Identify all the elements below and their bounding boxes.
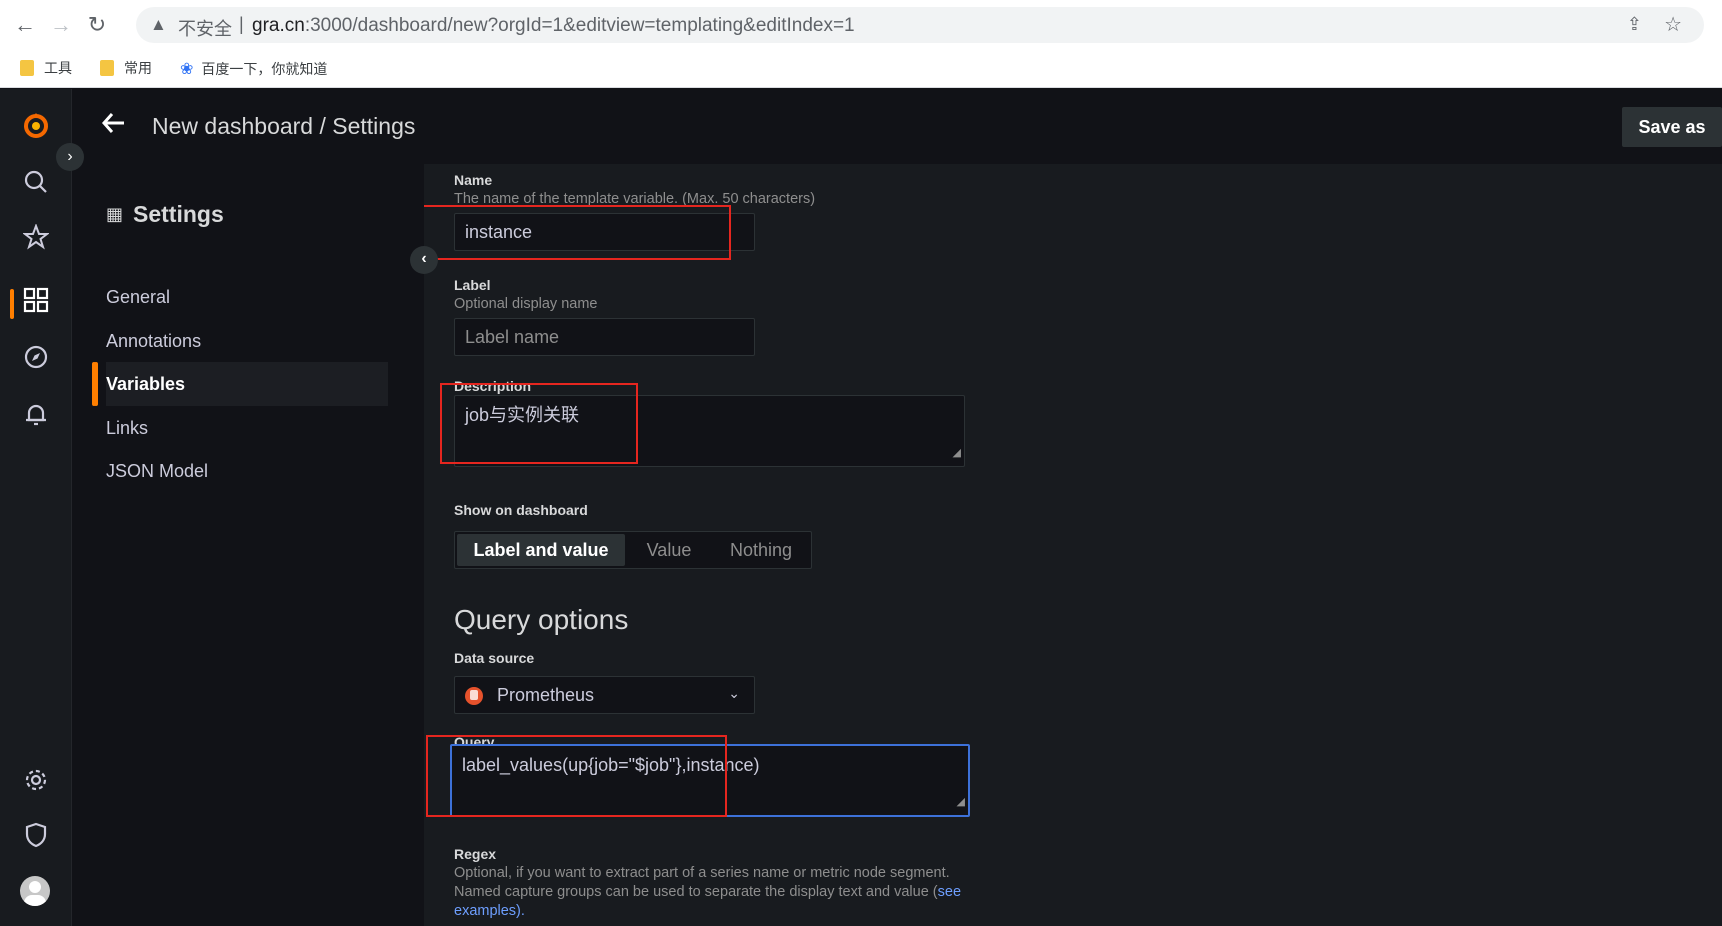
nav-json-model[interactable]: JSON Model — [106, 449, 388, 493]
query-options-heading: Query options — [454, 604, 629, 635]
highlight-box — [440, 383, 638, 464]
url-text: gra.cn:3000/dashboard/new?orgId=1&editvi… — [252, 15, 855, 37]
prometheus-icon — [465, 687, 483, 705]
url-path: :3000/dashboard/new?orgId=1&editview=tem… — [304, 15, 855, 36]
page-title: New dashboard / Settings — [152, 113, 416, 139]
collapse-chevron-icon[interactable]: ‹ — [410, 246, 438, 274]
settings-heading: ▦ Settings — [106, 201, 224, 227]
user-avatar[interactable] — [20, 876, 50, 906]
address-divider: | — [239, 14, 244, 34]
configuration-gear-icon[interactable] — [19, 767, 53, 801]
label-input[interactable]: Label name — [454, 318, 755, 356]
resize-grip-icon[interactable]: ◢ — [957, 791, 965, 813]
server-admin-shield-icon[interactable] — [19, 822, 53, 856]
expand-menu-chevron-icon[interactable]: › — [56, 143, 84, 171]
back-arrow-icon[interactable] — [100, 109, 128, 143]
active-indicator — [10, 289, 14, 319]
back-arrow-icon[interactable]: ← — [12, 12, 38, 38]
url-host: gra.cn — [252, 15, 305, 36]
show-on-dashboard-label: Show on dashboard — [454, 502, 588, 518]
data-source-select[interactable]: Prometheus ⌄ — [454, 676, 755, 714]
folder-icon — [20, 60, 34, 76]
highlight-box — [424, 205, 731, 260]
alerting-bell-icon[interactable] — [19, 401, 53, 435]
starred-icon[interactable] — [19, 223, 53, 258]
regex-label: Regex — [454, 846, 497, 862]
bookmark-tools[interactable]: 工具 — [20, 58, 72, 80]
browser-toolbar: ← → ↻ ▲ 不安全 | gra.cn:3000/dashboard/new?… — [0, 0, 1722, 50]
save-as-button[interactable]: Save as — [1622, 107, 1722, 147]
variable-editor: Name The name of the template variable. … — [424, 164, 1722, 926]
bookmarks-bar: 工具 常用 ❀ 百度一下，你就知道 — [0, 50, 1722, 88]
option-value[interactable]: Value — [627, 534, 711, 566]
baidu-paw-icon: ❀ — [180, 59, 194, 78]
insecure-label: 不安全 — [178, 19, 232, 40]
nav-annotations[interactable]: Annotations — [106, 319, 388, 363]
share-icon[interactable]: ⇪ — [1627, 14, 1642, 35]
option-label-and-value[interactable]: Label and value — [457, 534, 625, 566]
settings-grid-icon: ▦ — [106, 204, 124, 224]
grafana-app: › New dashboard / Settings Save as ▦ Sett… — [0, 89, 1722, 926]
address-bar[interactable]: ▲ 不安全 | gra.cn:3000/dashboard/new?orgId=… — [136, 7, 1704, 43]
nav-variables[interactable]: Variables — [92, 362, 388, 406]
resize-grip-icon[interactable]: ◢ — [953, 442, 961, 464]
regex-description-line-3: examples). — [454, 902, 525, 921]
label-description: Optional display name — [454, 296, 598, 312]
name-label: Name — [454, 172, 493, 188]
option-nothing[interactable]: Nothing — [713, 534, 809, 566]
regex-see-link[interactable]: see — [938, 884, 961, 900]
highlight-box — [426, 735, 727, 817]
settings-nav: ▦ Settings General Annotations Variables … — [72, 159, 424, 926]
folder-icon — [100, 60, 114, 76]
data-source-value: Prometheus — [497, 685, 595, 705]
data-source-label: Data source — [454, 650, 535, 666]
search-icon[interactable] — [19, 169, 53, 203]
bookmark-common[interactable]: 常用 — [100, 58, 152, 80]
reload-icon[interactable]: ↻ — [84, 12, 110, 38]
regex-examples-link[interactable]: examples). — [454, 903, 525, 919]
label-label: Label — [454, 277, 491, 293]
forward-arrow-icon[interactable]: → — [48, 12, 74, 38]
active-nav-indicator — [92, 362, 96, 406]
nav-general[interactable]: General — [106, 275, 388, 319]
regex-description-line-1: Optional, if you want to extract part of… — [454, 865, 950, 881]
bookmark-star-icon[interactable]: ☆ — [1664, 12, 1682, 37]
explore-compass-icon[interactable] — [19, 344, 53, 378]
regex-description-line-2: Named capture groups can be used to sepa… — [454, 884, 962, 900]
grafana-logo-icon[interactable] — [19, 111, 53, 145]
warning-icon: ▲ — [150, 15, 167, 34]
chevron-down-icon: ⌄ — [728, 685, 740, 701]
dashboards-icon[interactable] — [19, 287, 53, 321]
show-on-dashboard-radio-group: Label and value Value Nothing — [454, 531, 812, 569]
bookmark-baidu[interactable]: ❀ 百度一下，你就知道 — [180, 58, 327, 80]
side-menu — [0, 89, 72, 926]
nav-links[interactable]: Links — [106, 406, 388, 450]
